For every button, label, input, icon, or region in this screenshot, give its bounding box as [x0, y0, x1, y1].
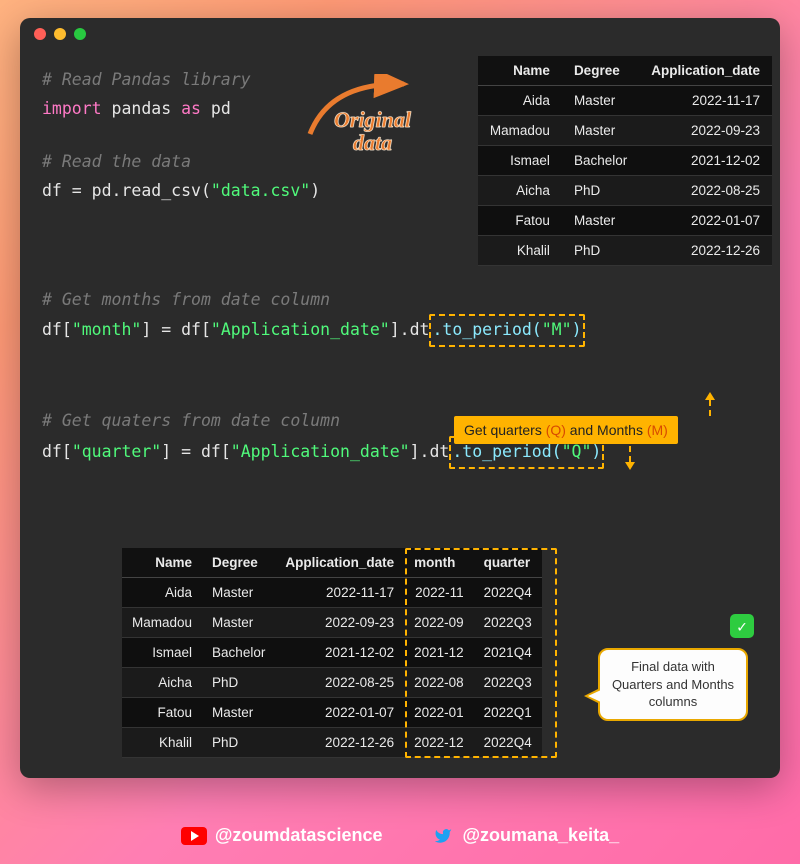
twitter-handle: @zoumana_keita_: [462, 825, 619, 846]
checkmark-icon: ✓: [730, 614, 754, 638]
table-row: AidaMaster2022-11-17: [478, 86, 772, 116]
window-minimize-icon[interactable]: [54, 28, 66, 40]
table-header: Degree: [202, 548, 275, 578]
window-zoom-icon[interactable]: [74, 28, 86, 40]
twitter-link[interactable]: @zoumana_keita_: [432, 825, 619, 846]
window-close-icon[interactable]: [34, 28, 46, 40]
table-row: FatouMaster2022-01-072022-012022Q1: [122, 698, 542, 728]
table-row: MamadouMaster2022-09-23: [478, 116, 772, 146]
twitter-icon: [432, 827, 454, 845]
table-header: Degree: [562, 56, 639, 86]
table-header: month: [404, 548, 474, 578]
highlight-to-period-m: .to_period("M"): [429, 314, 584, 347]
table-row: IsmaelBachelor2021-12-022021-122021Q4: [122, 638, 542, 668]
table-row: IsmaelBachelor2021-12-02: [478, 146, 772, 176]
arrow-down-icon: [620, 446, 640, 470]
table-row: KhalilPhD2022-12-262022-122022Q4: [122, 728, 542, 758]
final-data-table: NameDegreeApplication_datemonthquarterAi…: [122, 548, 542, 758]
table-header: Application_date: [275, 548, 404, 578]
youtube-link[interactable]: @zoumdatascience: [181, 825, 383, 846]
tip-callout: Get quarters (Q) and Months (M): [454, 416, 678, 444]
table-row: AidaMaster2022-11-172022-112022Q4: [122, 578, 542, 608]
alias-name: pd: [211, 99, 231, 118]
youtube-icon: [181, 827, 207, 845]
table-header: Application_date: [639, 56, 772, 86]
table-header: quarter: [474, 548, 542, 578]
table-row: FatouMaster2022-01-07: [478, 206, 772, 236]
table-header: Name: [122, 548, 202, 578]
table-row: KhalilPhD2022-12-26: [478, 236, 772, 266]
arrow-up-icon: [700, 392, 720, 416]
code-line-month: df["month"] = df["Application_date"].dt.…: [42, 314, 758, 347]
original-data-label: Original data: [334, 108, 411, 154]
footer-socials: @zoumdatascience @zoumana_keita_: [0, 825, 800, 846]
original-data-table: NameDegreeApplication_dateAidaMaster2022…: [478, 56, 772, 266]
table-header: Name: [478, 56, 562, 86]
table-row: MamadouMaster2022-09-232022-092022Q3: [122, 608, 542, 638]
table-row: AichaPhD2022-08-252022-082022Q3: [122, 668, 542, 698]
table-row: AichaPhD2022-08-25: [478, 176, 772, 206]
window-titlebar: [20, 18, 780, 50]
youtube-handle: @zoumdatascience: [215, 825, 383, 846]
keyword-import: import: [42, 99, 102, 118]
code-comment: # Get months from date column: [42, 286, 758, 315]
keyword-as: as: [181, 99, 201, 118]
final-data-callout: Final data with Quarters and Months colu…: [598, 648, 748, 721]
module-name: pandas: [112, 99, 172, 118]
